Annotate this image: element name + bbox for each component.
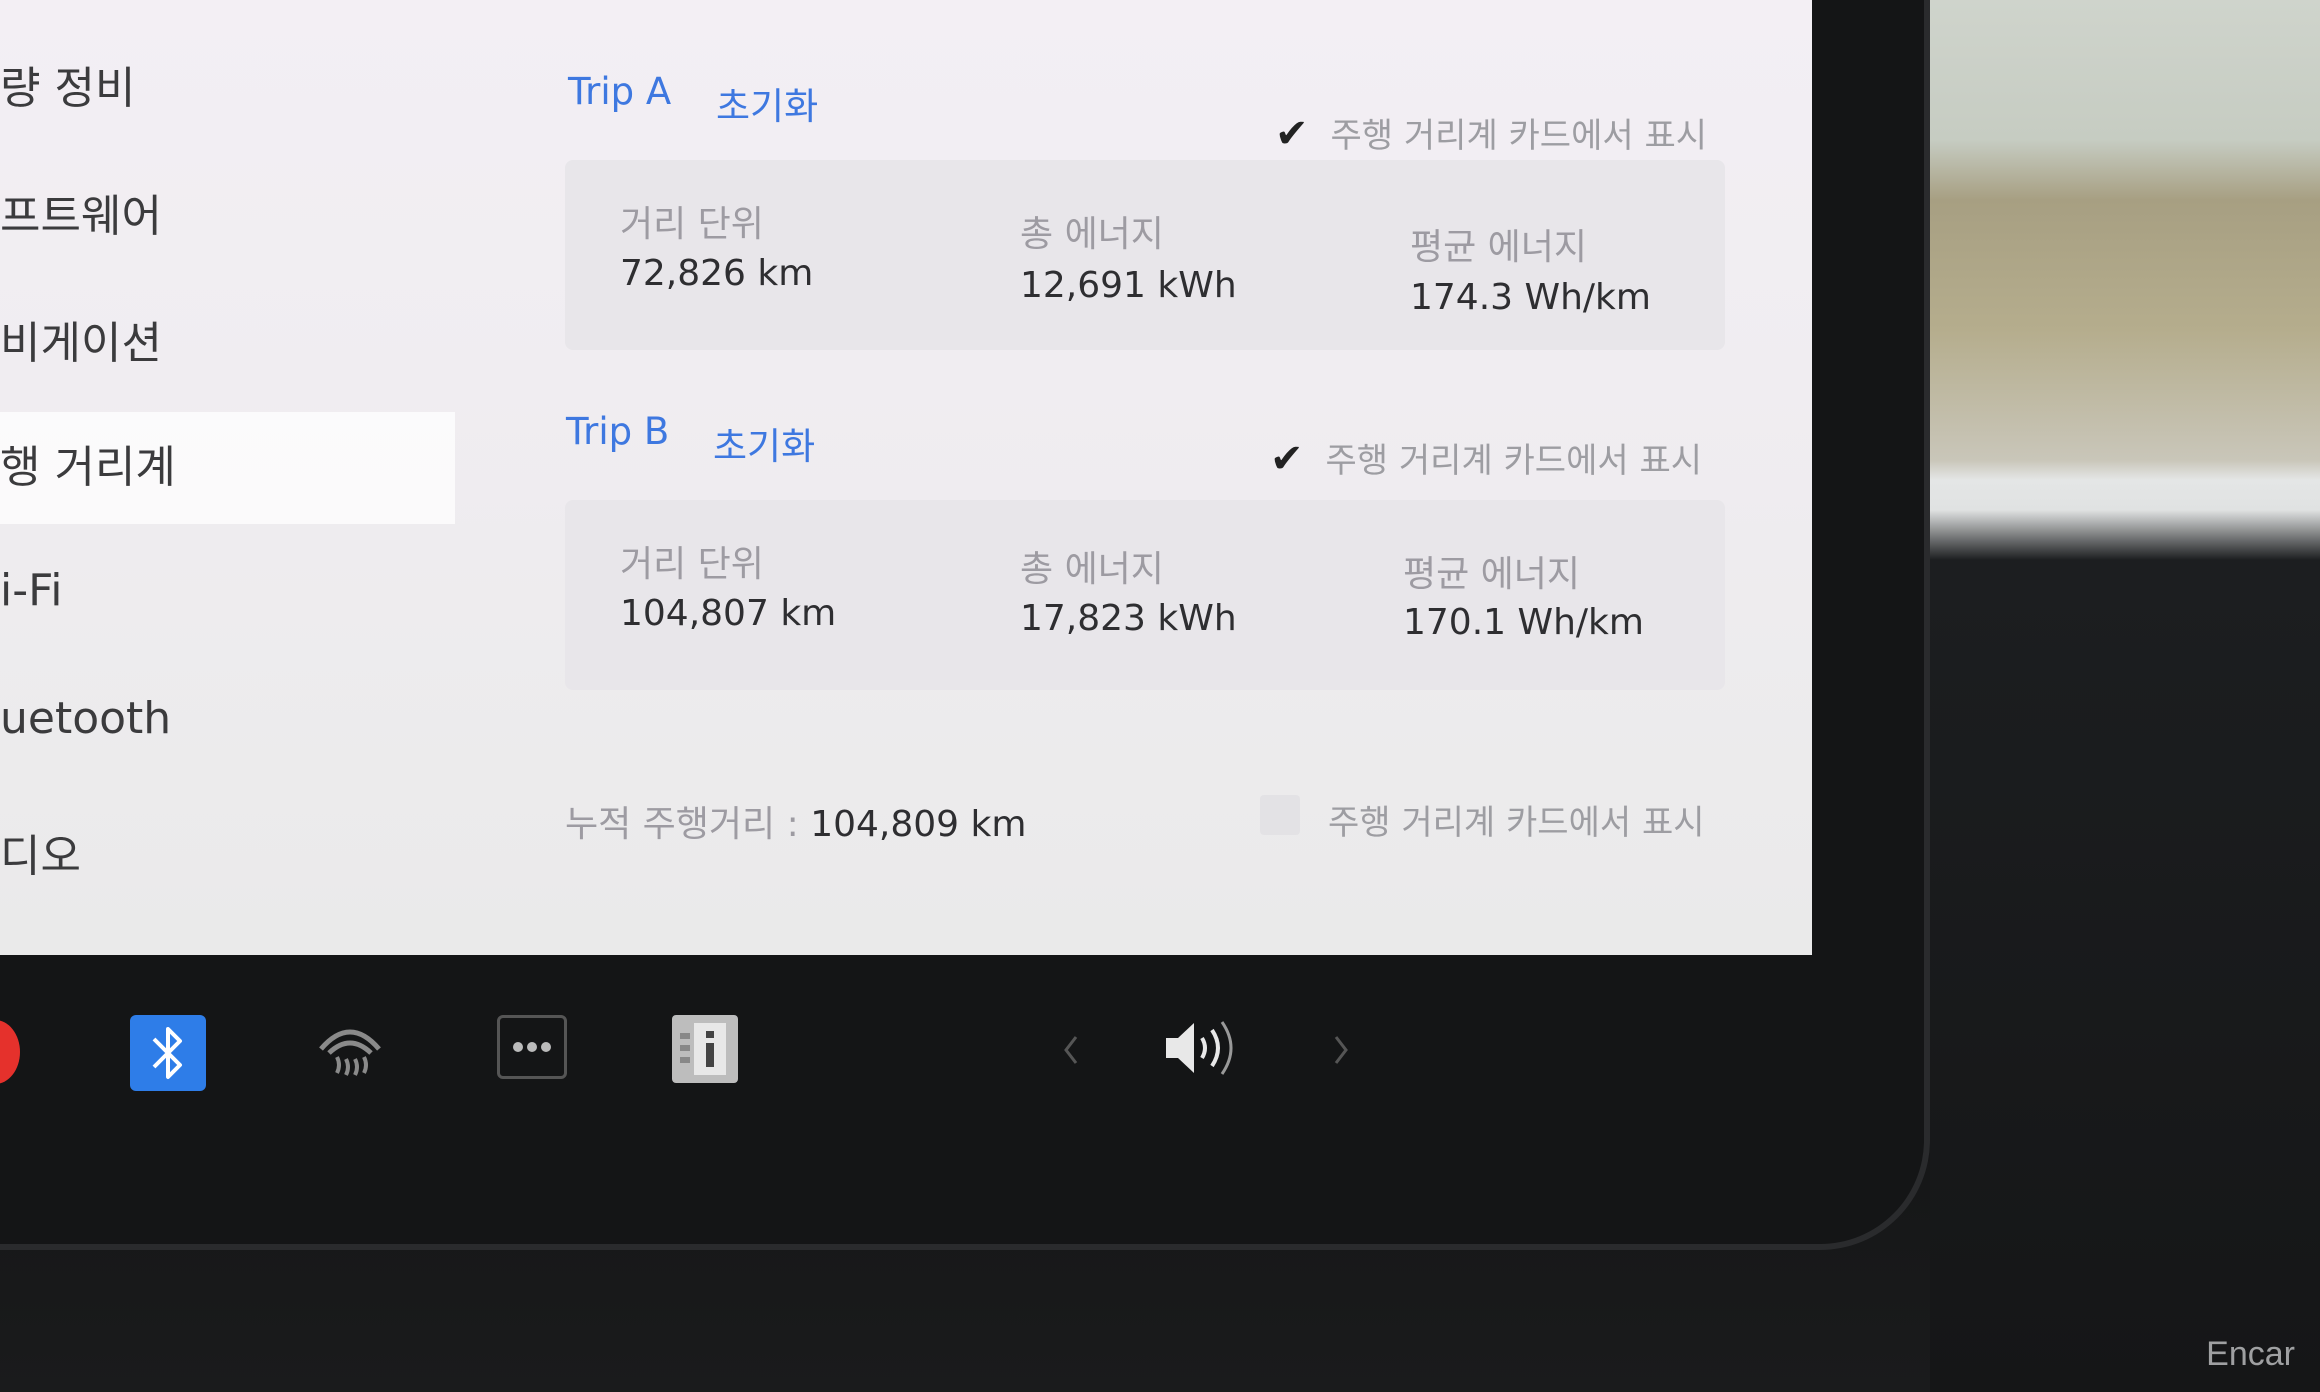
sidebar-item-wifi[interactable]: i-Fi xyxy=(0,565,62,616)
trip-b-energy-label: 총 에너지 xyxy=(1020,549,1164,590)
watermark: Encar xyxy=(2206,1335,2295,1373)
trip-a-show-on-card-toggle[interactable]: ✔ 주행 거리계 카드에서 표시 xyxy=(1275,108,1707,157)
trip-a-distance-label: 거리 단위 xyxy=(620,204,764,245)
checkmark-icon: ✔ xyxy=(1270,436,1304,482)
trip-b-avg-energy-value: 170.1 Wh/km xyxy=(1403,602,1644,643)
info-icon[interactable] xyxy=(672,1015,738,1083)
bluetooth-icon[interactable] xyxy=(130,1015,206,1091)
trip-b-show-on-card-label: 주행 거리계 카드에서 표시 xyxy=(1325,441,1703,481)
chevron-right-icon[interactable] xyxy=(1330,1033,1352,1071)
touchscreen-display: 량 정비 프트웨어 비게이션 행 거리계 i-Fi uetooth 디오 Tri… xyxy=(0,0,1812,955)
rear-defrost-icon[interactable] xyxy=(315,1015,385,1089)
sidebar-item-bluetooth[interactable]: uetooth xyxy=(0,693,171,744)
partial-red-icon[interactable] xyxy=(0,1020,20,1084)
sidebar-item-audio[interactable]: 디오 xyxy=(0,820,81,884)
trip-a-energy-value: 12,691 kWh xyxy=(1020,265,1237,306)
trip-b-distance-value: 104,807 km xyxy=(620,593,837,634)
odometer-value: 104,809 km xyxy=(810,804,1027,845)
sidebar-item-navigation[interactable]: 비게이션 xyxy=(0,307,162,371)
more-dots-icon[interactable] xyxy=(497,1015,567,1079)
trip-a-energy-label: 총 에너지 xyxy=(1020,214,1164,255)
trip-a-distance-value: 72,826 km xyxy=(620,253,814,294)
sidebar-item-trips[interactable]: 행 거리계 xyxy=(0,412,455,524)
trip-a-reset-link[interactable]: 초기화 xyxy=(716,76,818,130)
trip-a-avg-energy-label: 평균 에너지 xyxy=(1410,227,1588,268)
odometer-label: 누적 주행거리 : xyxy=(565,804,799,845)
bottom-taskbar xyxy=(0,955,1900,1155)
odometer-show-on-card-checkbox[interactable] xyxy=(1260,795,1300,835)
checkmark-icon: ✔ xyxy=(1275,111,1309,157)
trip-b-show-on-card-toggle[interactable]: ✔ 주행 거리계 카드에서 표시 xyxy=(1270,433,1702,482)
trip-b-avg-energy-label: 평균 에너지 xyxy=(1403,554,1581,595)
trip-a-title: Trip A xyxy=(568,70,672,113)
volume-icon[interactable] xyxy=(1160,1013,1240,1087)
trip-a-avg-energy-value: 174.3 Wh/km xyxy=(1410,277,1651,318)
trip-b-title: Trip B xyxy=(566,410,670,453)
odometer-row: 누적 주행거리 : 104,809 km xyxy=(565,795,1026,847)
trip-b-card: 거리 단위 104,807 km 총 에너지 17,823 kWh 평균 에너지… xyxy=(565,500,1725,690)
sidebar-item-service[interactable]: 량 정비 xyxy=(0,52,135,116)
settings-sidebar: 량 정비 프트웨어 비게이션 행 거리계 i-Fi uetooth 디오 xyxy=(0,0,470,955)
trip-b-energy-value: 17,823 kWh xyxy=(1020,598,1237,639)
windshield-background xyxy=(1930,0,2320,1392)
trip-a-show-on-card-label: 주행 거리계 카드에서 표시 xyxy=(1330,116,1708,156)
sidebar-item-software[interactable]: 프트웨어 xyxy=(0,180,162,244)
odometer-show-on-card-label[interactable]: 주행 거리계 카드에서 표시 xyxy=(1328,795,1705,844)
trip-b-distance-label: 거리 단위 xyxy=(620,544,764,585)
trip-a-card: 거리 단위 72,826 km 총 에너지 12,691 kWh 평균 에너지 … xyxy=(565,160,1725,350)
chevron-left-icon[interactable] xyxy=(1060,1033,1082,1071)
trip-b-reset-link[interactable]: 초기화 xyxy=(713,416,815,470)
